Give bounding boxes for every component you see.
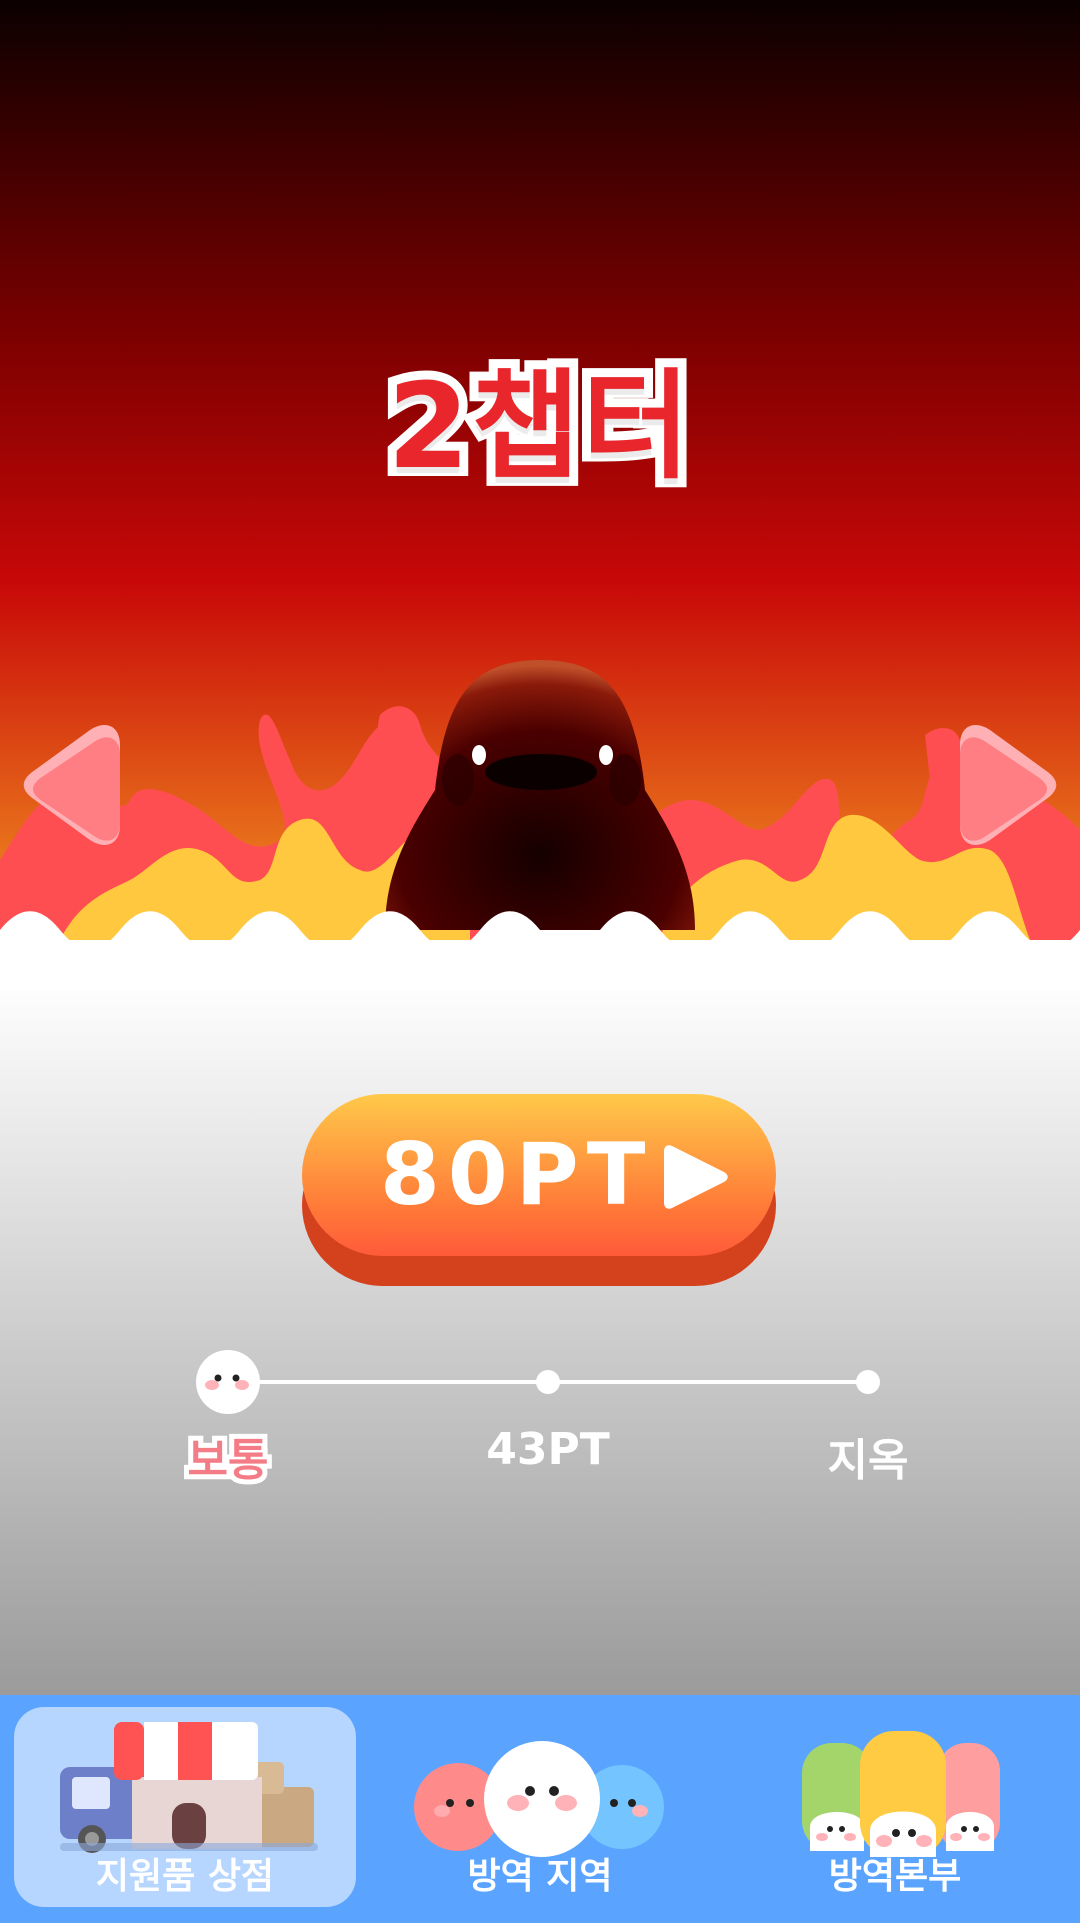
previous-chapter-button[interactable] [20,715,130,855]
difficulty-label-hell: 지옥 [827,1435,909,1486]
difficulty-label-mid: 43PT [486,1424,610,1475]
play-button[interactable]: 80PT [302,1094,776,1286]
tab-quarantine-zone[interactable]: 방역 지역 [370,1707,710,1907]
chapter-title: 2챕터 [378,348,699,504]
tab-supply-shop-label: 지원품 상점 [95,1856,275,1897]
difficulty-label-normal: 보통 [183,1430,274,1491]
difficulty-node-mid[interactable] [536,1370,560,1394]
headquarters-icon [802,1731,1000,1857]
arrow-left-icon [23,725,120,845]
shop-icon [60,1722,318,1853]
bottom-navigation: 지원품 상점 방역 지역 방역본부 [0,1695,1080,1923]
next-chapter-button[interactable] [950,715,1060,855]
play-icon [664,1145,728,1209]
play-cost-label: 80PT [380,1125,654,1225]
tab-quarantine-zone-label: 방역 지역 [467,1856,613,1897]
game-screen: 2챕터 80PT 보통 43PT 지옥 지원품 상점 방역 지역 방역본부 [0,0,1080,1923]
difficulty-node-normal-selected[interactable] [196,1350,260,1414]
tab-headquarters[interactable]: 방역본부 [724,1707,1066,1907]
arrow-right-icon [960,725,1057,845]
chapter-background [0,0,1080,1700]
difficulty-node-hell[interactable] [856,1370,880,1394]
tab-supply-shop[interactable]: 지원품 상점 [14,1707,356,1907]
blob-group-icon [414,1741,664,1857]
tab-headquarters-label: 방역본부 [828,1856,962,1897]
blob-face-icon [205,1374,249,1390]
